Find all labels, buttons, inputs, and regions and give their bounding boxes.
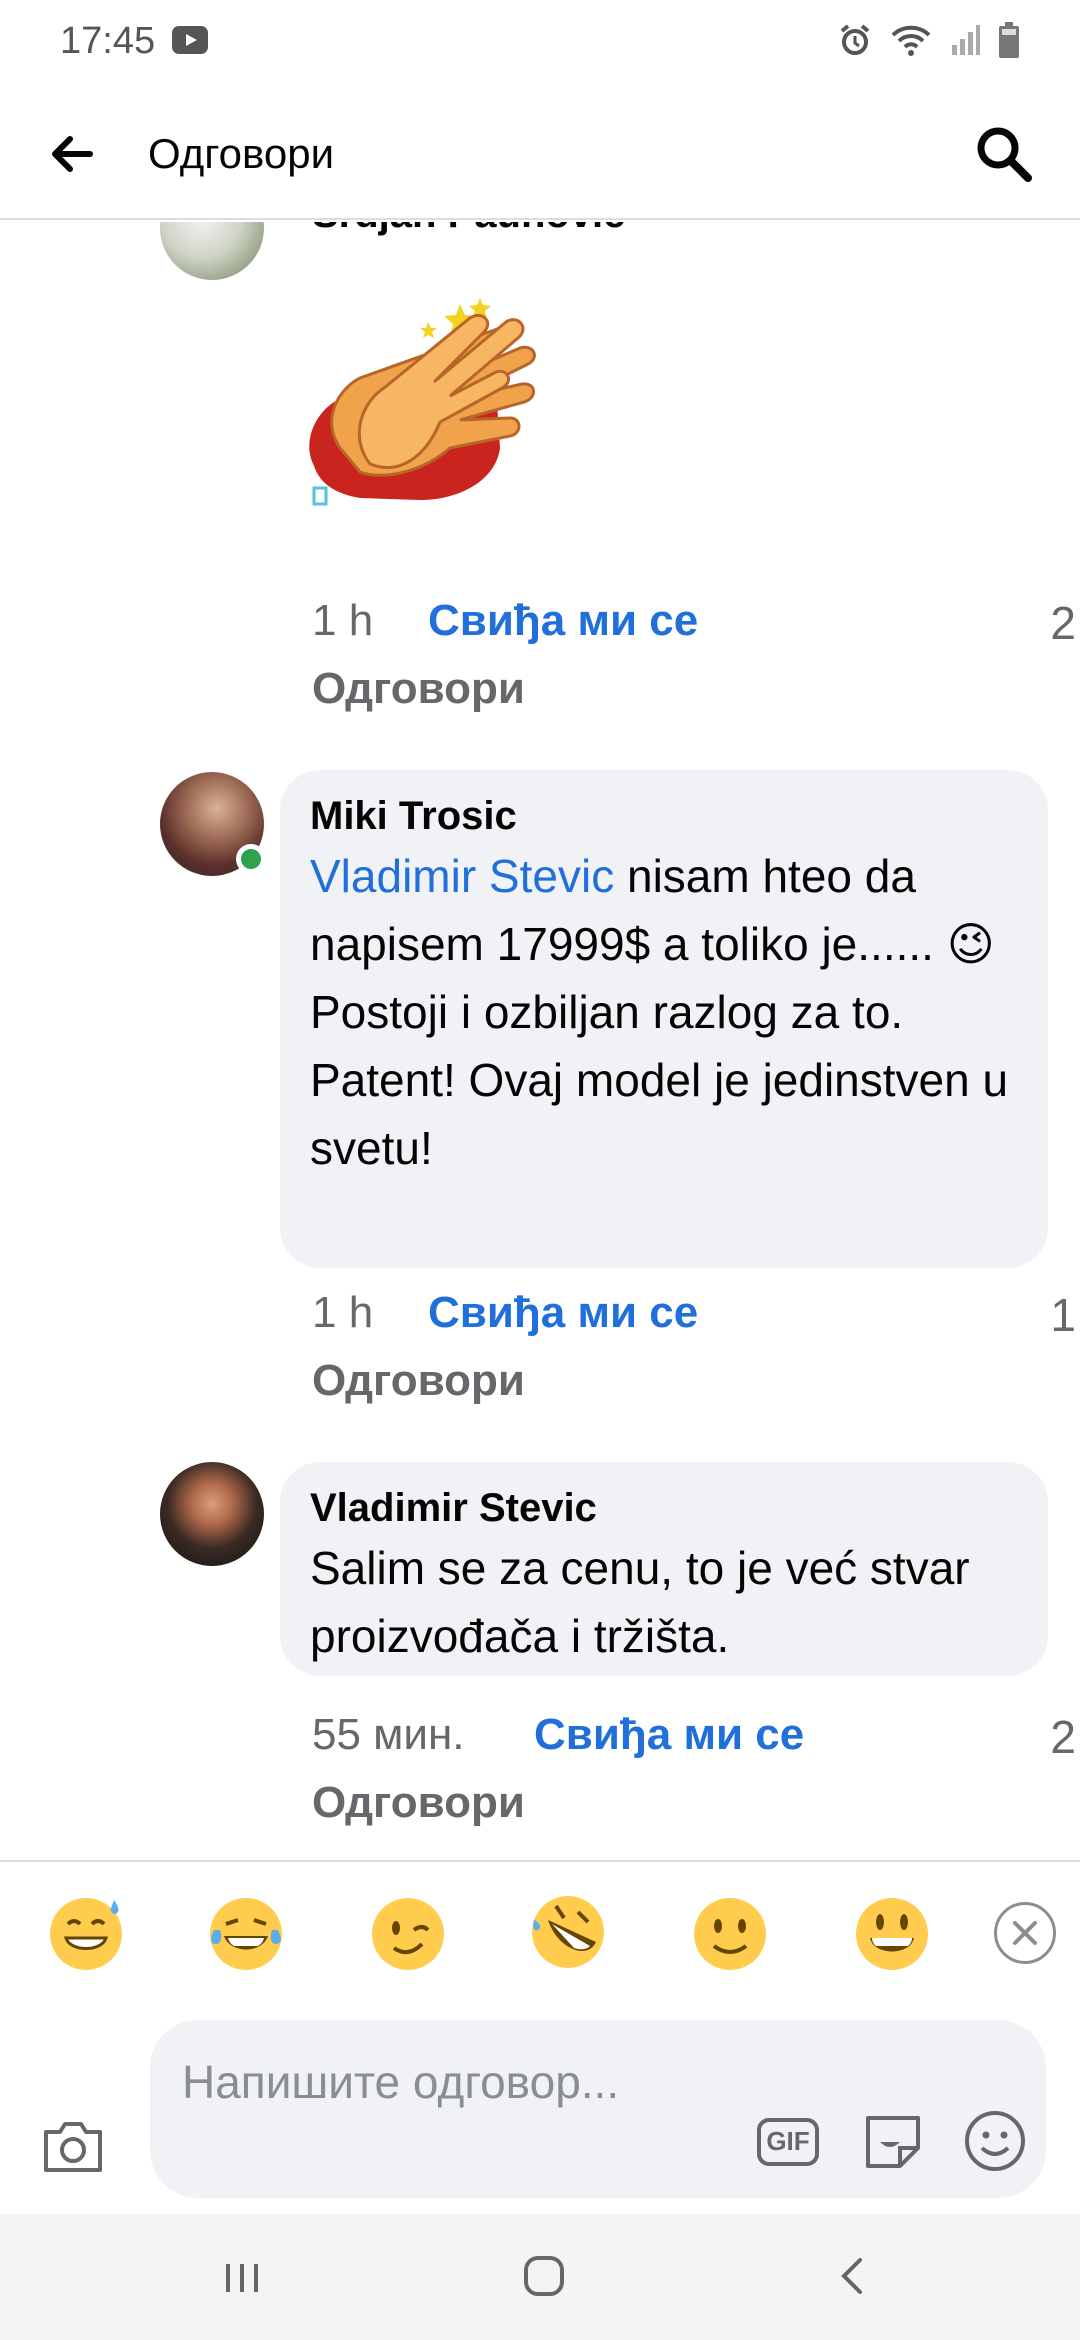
reply-button[interactable]: Одговори — [312, 1356, 525, 1406]
signal-icon — [952, 25, 980, 55]
comment-meta: 1 h Свиђа ми се 1 Одговори — [312, 1288, 1076, 1408]
comment-meta: 1 h Свиђа ми се 2 Одговори — [312, 596, 1076, 716]
status-time: 17:45 — [60, 20, 156, 62]
reply-button[interactable]: Одговори — [312, 1778, 525, 1828]
back-arrow-icon[interactable] — [44, 124, 104, 184]
online-status-badge — [236, 844, 266, 874]
comment-time: 1 h — [312, 596, 374, 645]
battery-icon — [999, 22, 1019, 58]
like-count: 2 — [1050, 597, 1076, 649]
comment-time: 1 h — [312, 1288, 374, 1337]
home-icon[interactable] — [520, 2252, 568, 2300]
app-bar: Одговори — [0, 84, 1080, 220]
status-bar: 17:45 — [0, 0, 1080, 84]
clapping-hands-sticker — [309, 298, 536, 506]
grinning-sweat-emoji-icon[interactable] — [44, 1890, 128, 1974]
comment-bubble[interactable]: Vladimir Stevic Salim se za cenu, to je … — [280, 1462, 1048, 1676]
mention-link[interactable]: Vladimir Stevic — [310, 850, 614, 902]
tears-of-joy-emoji-icon[interactable] — [204, 1890, 288, 1974]
grinning-face-emoji-icon[interactable] — [850, 1890, 934, 1974]
page-title: Одговори — [148, 130, 335, 177]
like-button[interactable]: Свиђа ми се — [534, 1710, 804, 1760]
search-icon[interactable] — [972, 122, 1036, 186]
comment-time: 55 мин. — [312, 1710, 465, 1759]
alarm-icon — [840, 24, 870, 55]
close-icon — [1013, 1921, 1037, 1945]
wifi-icon — [891, 25, 931, 56]
comment-bubble[interactable]: Miki Trosic Vladimir Stevic nisam hteo d… — [280, 770, 1048, 1268]
comment-meta: 55 мин. Свиђа ми се 2 Одговори — [312, 1710, 1076, 1830]
gif-label: GIF — [766, 2126, 810, 2156]
like-count: 2 — [1050, 1711, 1076, 1763]
slightly-smiling-emoji-icon[interactable] — [688, 1890, 772, 1974]
reply-input[interactable]: Напишите одговор... GIF — [150, 2020, 1046, 2198]
comment-text: Vladimir Stevic nisam hteo da napisem 17… — [310, 842, 1018, 1182]
camera-icon[interactable] — [40, 2118, 106, 2176]
comment-author[interactable]: Vladimir Stevic — [310, 1482, 1018, 1534]
like-button[interactable]: Свиђа ми се — [428, 596, 698, 646]
like-count: 1 — [1050, 1289, 1076, 1341]
reply-button[interactable]: Одговори — [312, 664, 525, 714]
close-reactions-button[interactable] — [994, 1902, 1056, 1964]
youtube-icon — [172, 26, 208, 54]
comment-author[interactable]: Srdjan Paunović — [312, 222, 625, 240]
rolling-laughing-emoji-icon[interactable] — [526, 1890, 610, 1974]
recent-apps-icon[interactable] — [218, 2254, 266, 2302]
reply-input-placeholder: Напишите одговор... — [182, 2056, 620, 2108]
avatar[interactable] — [160, 1462, 264, 1566]
emoji-picker-icon[interactable] — [962, 2108, 1028, 2174]
comment-text: Salim se za cenu, to je već stvar proizv… — [310, 1542, 970, 1662]
system-nav-bar — [0, 2214, 1080, 2340]
sticker-icon[interactable] — [860, 2108, 926, 2174]
avatar[interactable] — [160, 222, 264, 280]
nav-back-icon[interactable] — [828, 2252, 876, 2300]
like-button[interactable]: Свиђа ми се — [428, 1288, 698, 1338]
gif-button[interactable]: GIF — [756, 2112, 820, 2172]
comment-author[interactable]: Miki Trosic — [310, 790, 1018, 842]
status-icons — [838, 22, 1020, 58]
winking-face-emoji-icon[interactable] — [366, 1890, 450, 1974]
reply-composer: Напишите одговор... GIF — [0, 2000, 1080, 2214]
replies-feed[interactable]: Srdjan Paunović 1 h Свиђа ми се 2 Одгово… — [0, 222, 1080, 1858]
quick-reactions-bar — [0, 1860, 1080, 2000]
